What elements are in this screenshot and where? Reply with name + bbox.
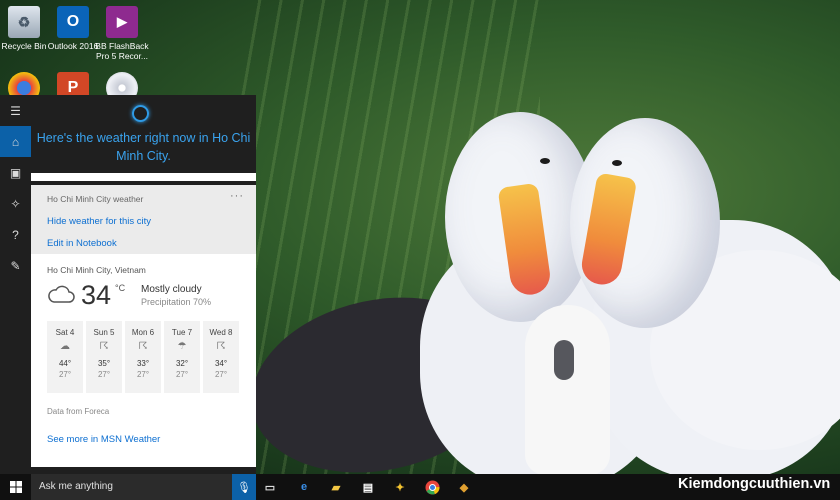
forecast-day[interactable]: Sat 4 ☁ 44° 27° <box>47 321 83 393</box>
store-icon[interactable]: ▤ <box>360 479 376 495</box>
home-icon[interactable]: ⌂ <box>0 126 31 157</box>
thunderstorm-icon: ☈ <box>216 341 226 352</box>
watermark-text: Kiemdongcuuthien.vn <box>678 476 831 492</box>
feedback-icon[interactable]: ✎ <box>0 250 31 281</box>
forecast-low: 27° <box>97 370 111 379</box>
current-temperature: 34 <box>81 280 112 310</box>
cortana-nav-rail: ☰ ⌂ ▣ ✧ ? ✎ <box>0 95 31 474</box>
app-icon[interactable]: ◆ <box>456 479 472 495</box>
forecast-low: 27° <box>136 370 150 379</box>
hamburger-menu-icon[interactable]: ☰ <box>0 95 31 126</box>
forecast-day[interactable]: Wed 8 ☈ 34° 27° <box>203 321 239 393</box>
forecast-high: 33° <box>136 359 150 368</box>
forecast-day[interactable]: Mon 6 ☈ 33° 27° <box>125 321 161 393</box>
forecast-high: 34° <box>214 359 228 368</box>
cortana-circle-icon <box>132 105 149 122</box>
forecast-day[interactable]: Sun 5 ☈ 35° 27° <box>86 321 122 393</box>
task-view-icon[interactable]: ▭ <box>262 479 278 495</box>
wallpaper-eye <box>540 158 550 164</box>
search-placeholder: Ask me anything <box>39 481 113 492</box>
desktop-icon-flashback[interactable]: ▶ BB FlashBack Pro 5 Recor... <box>92 6 152 61</box>
forecast-low: 27° <box>175 370 189 379</box>
app-icon[interactable]: ✦ <box>392 479 408 495</box>
cortana-panel: ☰ ⌂ ▣ ✧ ? ✎ Here's the weather right now… <box>0 95 256 474</box>
cloud-icon <box>48 285 75 303</box>
divider <box>31 173 256 181</box>
forecast-day-label: Wed 8 <box>209 328 233 337</box>
forecast-day-label: Tue 7 <box>171 328 193 337</box>
edge-browser-icon[interactable]: e <box>296 479 312 495</box>
weather-card-header: Ho Chi Minh City weather ··· Hide weathe… <box>31 185 256 254</box>
forecast-high: 32° <box>175 359 189 368</box>
weather-source: Data from Foreca <box>47 407 110 416</box>
weather-card-title: Ho Chi Minh City weather <box>47 194 144 204</box>
wallpaper-chick <box>525 305 610 474</box>
forecast-low: 27° <box>214 370 228 379</box>
chrome-taskbar-icon[interactable] <box>424 479 440 495</box>
forecast-row: Sat 4 ☁ 44° 27° Sun 5 ☈ 35° 27° Mon 6 ☈ … <box>47 321 239 393</box>
forecast-high: 44° <box>58 359 72 368</box>
forecast-day-label: Sat 4 <box>55 328 75 337</box>
forecast-low: 27° <box>58 370 72 379</box>
forecast-high: 35° <box>97 359 111 368</box>
cortana-greeting: Here's the weather right now in Ho Chi M… <box>36 131 251 163</box>
wallpaper-chick-beak <box>554 340 574 380</box>
lightbulb-icon[interactable]: ✧ <box>0 188 31 219</box>
wallpaper-eye <box>612 160 622 166</box>
help-icon[interactable]: ? <box>0 219 31 250</box>
weather-card: Ho Chi Minh City weather ··· Hide weathe… <box>31 185 256 467</box>
file-explorer-icon[interactable]: ▰ <box>328 479 344 495</box>
windows-start-icon[interactable] <box>0 474 31 500</box>
weather-condition: Mostly cloudy <box>141 284 202 295</box>
msn-weather-link[interactable]: See more in MSN Weather <box>47 434 160 445</box>
recycle-bin-icon: ♻ <box>8 6 40 38</box>
forecast-day-label: Sun 5 <box>93 328 115 337</box>
thunderstorm-icon: ☈ <box>99 341 109 352</box>
forecast-day[interactable]: Tue 7 ☂ 32° 27° <box>164 321 200 393</box>
desktop-icon-label: BB FlashBack Pro 5 Recor... <box>95 41 149 61</box>
forecast-day-label: Mon 6 <box>131 328 155 337</box>
temperature-unit: °C <box>115 283 126 293</box>
thunderstorm-icon: ☈ <box>138 341 148 352</box>
flashback-recorder-icon: ▶ <box>106 6 138 38</box>
edit-in-notebook-link[interactable]: Edit in Notebook <box>47 238 117 249</box>
hide-weather-link[interactable]: Hide weather for this city <box>47 216 151 227</box>
microphone-icon[interactable]: 🎙 <box>232 474 256 500</box>
search-box[interactable]: Ask me anything 🎙 <box>31 474 256 500</box>
notebook-icon[interactable]: ▣ <box>0 157 31 188</box>
weather-location: Ho Chi Minh City, Vietnam <box>47 265 146 275</box>
more-options-icon[interactable]: ··· <box>230 190 244 202</box>
rain-cloud-icon: ☂ <box>177 341 187 352</box>
cortana-content: Here's the weather right now in Ho Chi M… <box>31 95 256 474</box>
cloud-icon: ☁ <box>60 341 70 352</box>
outlook-icon: O <box>57 6 89 38</box>
precipitation: Precipitation 70% <box>141 297 212 307</box>
